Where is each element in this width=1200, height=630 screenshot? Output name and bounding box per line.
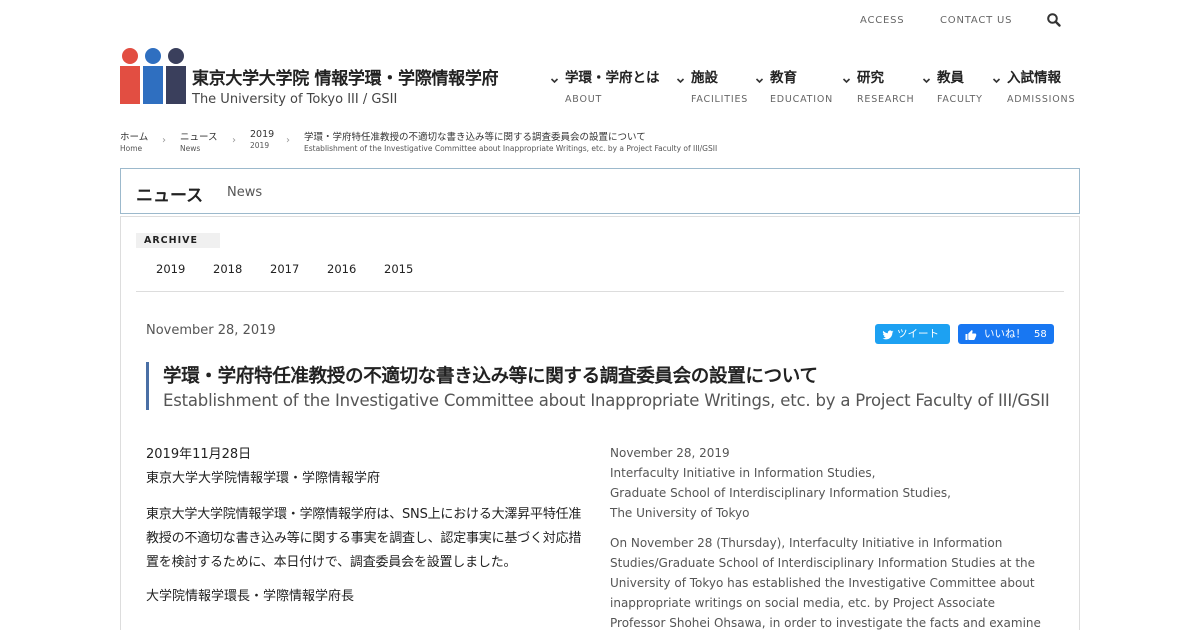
archive-year-link[interactable]: 2017 [270,262,299,276]
article-container: ARCHIVE 2019 2018 2017 2016 2015 Novembe… [120,216,1080,630]
contact-link[interactable]: CONTACT US [940,15,1012,26]
breadcrumb-year[interactable]: 2019 2019 [250,129,274,150]
thumbs-up-icon [965,328,977,340]
like-label: いいね！ [984,328,1026,340]
body-org-jp: 東京大学大学院情報学環・学際情報学府 [146,471,381,486]
divider [136,291,1064,292]
site-name[interactable]: 東京大学大学院 情報学環・学際情報学府 The University of To… [192,64,499,107]
article-body-jp: 2019年11月28日 東京大学大学院情報学環・学際情報学府 東京大学大学院情報… [146,443,586,609]
nav-label-en: FACILITIES [691,94,749,105]
site-logo[interactable] [120,48,186,104]
nav-label-en: ABOUT [565,94,603,105]
nav-item-research[interactable]: 研究 RESEARCH [842,66,915,105]
chevron-down-icon [550,70,559,84]
site-name-jp: 東京大学大学院 情報学環・学際情報学府 [192,69,499,89]
nav-item-admissions[interactable]: 入試情報 ADMISSIONS [992,66,1076,105]
section-header: ニュース News [120,168,1080,214]
nav-label-en: FACULTY [937,94,983,105]
nav-label-jp: 学環・学府とは [565,70,660,86]
nav-label-jp: 施設 [691,70,718,86]
chevron-right-icon: › [286,135,290,146]
body-org-en: Interfaculty Initiative in Information S… [610,466,876,480]
archive-year-link[interactable]: 2018 [213,262,242,276]
breadcrumb-current: 学環・学府特任准教授の不適切な書き込み等に関する調査委員会の設置について Est… [304,129,717,153]
body-paragraph-jp: 東京大学大学院情報学環・学際情報学府は、SNS上における大澤昇平特任准教授の不適… [146,507,582,570]
chevron-down-icon [992,70,1001,84]
chevron-down-icon [676,70,685,84]
nav-label-en: EDUCATION [770,94,834,105]
body-paragraph-en: On November 28 (Thursday), Interfaculty … [610,536,1041,630]
breadcrumb-label-jp: 学環・学府特任准教授の不適切な書き込み等に関する調査委員会の設置について [304,132,646,143]
chevron-right-icon: › [162,135,166,146]
nav-label-jp: 教育 [770,70,797,86]
chevron-right-icon: › [232,135,236,146]
access-link[interactable]: ACCESS [860,15,904,26]
breadcrumb: ホーム Home › ニュース News › 2019 2019 › 学環・学府… [120,129,1020,153]
article-body-en: November 28, 2019 Interfaculty Initiativ… [610,443,1050,630]
archive-year-link[interactable]: 2016 [327,262,356,276]
nav-item-faculty[interactable]: 教員 FACULTY [922,66,983,105]
breadcrumb-label-jp: ニュース [180,132,218,143]
chevron-down-icon [755,70,764,84]
breadcrumb-label-jp: 2019 [250,129,275,140]
archive-year-link[interactable]: 2019 [156,262,185,276]
breadcrumb-label-jp: ホーム [120,132,149,143]
nav-label-jp: 教員 [937,70,964,86]
body-signature-jp: 大学院情報学環長・学際情報学府長 [146,589,355,604]
tweet-button[interactable]: ツイート [875,324,950,344]
article-title-en: Establishment of the Investigative Commi… [163,391,1050,410]
archive-year-link[interactable]: 2015 [384,262,413,276]
breadcrumb-label-en: News [180,144,201,153]
twitter-bird-icon [882,328,894,340]
breadcrumb-label-en: 2019 [250,141,270,150]
post-date: November 28, 2019 [146,323,276,338]
breadcrumb-news[interactable]: ニュース News [180,129,218,153]
nav-label-en: ADMISSIONS [1007,94,1076,105]
body-date-en: November 28, 2019 [610,446,730,460]
nav-label-en: RESEARCH [857,94,915,105]
search-icon[interactable] [1046,12,1062,28]
chevron-down-icon [842,70,851,84]
tweet-label: ツイート [897,328,939,340]
like-button[interactable]: いいね！ 58 [958,324,1054,344]
nav-item-education[interactable]: 教育 EDUCATION [755,66,834,105]
body-org-en: The University of Tokyo [610,506,750,520]
archive-label: ARCHIVE [136,233,220,248]
nav-label-jp: 入試情報 [1007,70,1061,86]
article-title: 学環・学府特任准教授の不適切な書き込み等に関する調査委員会の設置について Est… [146,362,1050,410]
nav-label-jp: 研究 [857,70,884,86]
section-title-jp: ニュース [136,186,204,206]
chevron-down-icon [922,70,931,84]
like-count: 58 [1034,329,1047,340]
nav-item-about[interactable]: 学環・学府とは ABOUT [550,66,660,105]
breadcrumb-label-en: Home [120,144,143,153]
breadcrumb-label-en: Establishment of the Investigative Commi… [304,144,718,153]
site-name-en: The University of Tokyo III / GSII [192,92,398,107]
section-title-en: News [227,185,263,200]
body-org-en: Graduate School of Interdisciplinary Inf… [610,486,951,500]
body-date-jp: 2019年11月28日 [146,447,252,462]
nav-item-facilities[interactable]: 施設 FACILITIES [676,66,749,105]
breadcrumb-home[interactable]: ホーム Home [120,129,148,153]
article-title-jp: 学環・学府特任准教授の不適切な書き込み等に関する調査委員会の設置について [163,366,818,387]
